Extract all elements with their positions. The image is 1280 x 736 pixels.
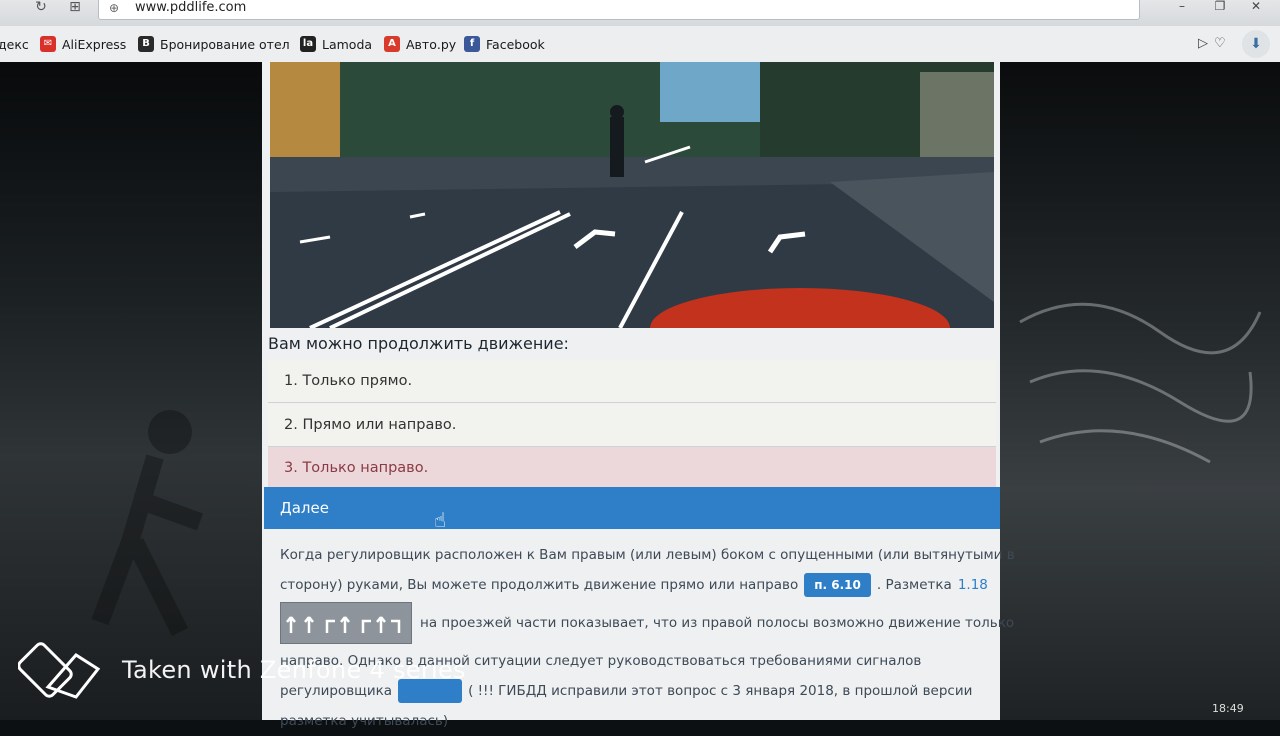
question-text: Вам можно продолжить движение:	[268, 334, 569, 353]
address-bar[interactable]: ⊕ www.pddlife.com	[98, 0, 1140, 20]
next-button[interactable]: Далее	[264, 487, 1000, 529]
explanation-line-6: разметка учитывалась)	[280, 713, 449, 729]
bookmark-partial[interactable]: декс	[0, 35, 29, 53]
reload-icon[interactable]: ↻	[30, 0, 52, 16]
hand-cursor-icon: ☝	[434, 508, 447, 532]
answer-option-3[interactable]: 3. Только направо.	[268, 447, 996, 490]
globe-icon: ⊕	[109, 1, 120, 15]
road-marking-1-18-image	[280, 602, 412, 644]
answer-option-1[interactable]: 1. Только прямо.	[268, 360, 996, 403]
restore-icon[interactable]: ❐	[1208, 0, 1232, 14]
page-background-right	[1000, 62, 1280, 720]
autoru-icon: A	[384, 36, 400, 52]
browser-toolbar: ↻ ⊞ ⊕ www.pddlife.com – ❐ ✕	[0, 0, 1280, 26]
road-scene-image	[270, 62, 994, 328]
explanation-line-1: Когда регулировщик расположен к Вам прав…	[280, 547, 1015, 563]
marking-link-1-18[interactable]: 1.18	[958, 571, 988, 599]
rule-badge-6-10[interactable]: п. 6.10	[804, 573, 871, 597]
facebook-icon: f	[464, 36, 480, 52]
send-icon[interactable]: ▷	[1198, 36, 1208, 51]
page-background-left	[0, 62, 262, 720]
minimize-icon[interactable]: –	[1170, 0, 1194, 14]
aliexpress-icon: ✉	[40, 36, 56, 52]
lamoda-icon: la	[300, 36, 316, 52]
bookmarks-bar: декс ✉ AliExpress B Бронирование отел la…	[0, 26, 1280, 63]
graffiti-scribble-decoration	[1019, 302, 1262, 464]
bookmark-lamoda[interactable]: la Lamoda	[300, 35, 372, 53]
bookmark-autoru[interactable]: A Авто.ру	[384, 35, 456, 53]
explanation-block: Когда регулировщик расположен к Вам прав…	[280, 540, 1015, 736]
question-panel: Вам можно продолжить движение: 1. Только…	[262, 62, 1015, 729]
zenfone-logo-icon	[18, 642, 101, 699]
bookmark-booking[interactable]: B Бронирование отел	[138, 35, 290, 53]
booking-icon: B	[138, 36, 154, 52]
bookmark-aliexpress[interactable]: ✉ AliExpress	[40, 35, 126, 53]
camera-watermark: Taken with Zenfone 4 series	[18, 640, 466, 700]
taskbar-clock: 18:49	[1212, 702, 1244, 715]
bookmark-facebook[interactable]: f Facebook	[464, 35, 545, 53]
answer-option-2[interactable]: 2. Прямо или направо.	[268, 404, 996, 447]
url-text: www.pddlife.com	[135, 0, 247, 15]
heart-icon[interactable]: ♡	[1214, 36, 1226, 51]
close-icon[interactable]: ✕	[1244, 0, 1268, 14]
download-icon[interactable]: ⬇	[1242, 30, 1270, 58]
tabs-grid-icon[interactable]: ⊞	[64, 0, 86, 16]
watermark-text: Taken with Zenfone 4 series	[122, 656, 466, 684]
explanation-line-2: сторону) руками, Вы можете продолжить дв…	[280, 570, 988, 600]
